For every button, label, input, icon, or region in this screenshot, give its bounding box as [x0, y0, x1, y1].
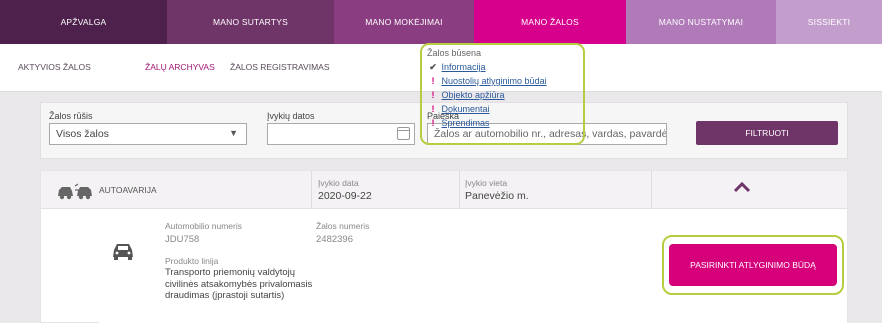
claim-number: 2482396 [316, 234, 353, 245]
check-icon: ✔ [429, 62, 437, 72]
nav-claims[interactable]: MANO ŽALOS [474, 0, 626, 44]
car-icon [113, 244, 133, 260]
status-link-information[interactable]: Informacija [442, 62, 486, 72]
car-crash-icon [58, 183, 92, 200]
status-step: ! Nuostolių atlyginimo būdai [427, 76, 547, 86]
event-place-label: Įvykio vieta [465, 178, 508, 188]
calendar-icon[interactable] [397, 127, 410, 140]
date-label: Įvykių datos [267, 111, 315, 121]
product-line: civilinės atsakomybės privalomasis [165, 278, 313, 290]
chevron-down-icon: ▼ [229, 128, 238, 138]
nav-contact[interactable]: SISSIEKTI [776, 0, 882, 44]
status-step: ! Dokumentai [427, 104, 490, 114]
choose-compensation-highlight: PASIRINKTI ATLYGINIMO BŪDĄ [662, 235, 844, 295]
claim-number-label: Žalos numeris [316, 221, 370, 231]
status-step: ✔ Informacija [427, 62, 486, 73]
status-link-compensation-methods[interactable]: Nuostolių atlyginimo būdai [442, 76, 547, 86]
tab-claims-archive[interactable]: ŽALŲ ARCHYVAS [145, 62, 215, 72]
status-title: Žalos būsena [427, 48, 482, 58]
claim-type-select[interactable]: Visos žalos ▼ [49, 123, 247, 145]
product-label: Produkto linija [165, 256, 219, 266]
exclamation-icon: ! [431, 90, 435, 100]
chevron-up-icon[interactable] [733, 181, 751, 193]
nav-settings[interactable]: MANO NUSTATYMAI [626, 0, 776, 44]
event-date-label: Įvykio data [318, 178, 359, 188]
status-step: ! Sprendimas [427, 118, 490, 128]
divider [311, 171, 312, 209]
product-line: draudimas (įprastoji sutartis) [165, 290, 285, 301]
claim-type-value: Visos žalos [56, 128, 109, 140]
nav-overview[interactable]: APŽVALGA [0, 0, 167, 44]
status-step: ! Objekto apžiūra [427, 90, 505, 100]
product-lines: Transporto priemonių valdytojų civilinės… [165, 267, 312, 302]
nav-contracts[interactable]: MANO SUTARTYS [167, 0, 334, 44]
choose-compensation-button[interactable]: PASIRINKTI ATLYGINIMO BŪDĄ [669, 244, 837, 286]
status-link-decision[interactable]: Sprendimas [442, 118, 490, 128]
event-place: Panevėžio m. [465, 190, 529, 202]
product-line: Transporto priemonių valdytojų [165, 267, 296, 278]
claim-type: AUTOAVARIJA [99, 185, 157, 195]
divider [651, 171, 652, 209]
exclamation-icon: ! [431, 76, 435, 86]
tab-active-claims[interactable]: AKTYVIOS ŽALOS [18, 62, 91, 72]
date-input[interactable] [267, 123, 415, 145]
filter-button[interactable]: FILTRUOTI [696, 121, 838, 145]
divider [459, 171, 460, 209]
event-date: 2020-09-22 [318, 190, 372, 202]
status-link-documents[interactable]: Dokumentai [442, 104, 490, 114]
claim-header: AUTOAVARIJA Įvykio data 2020-09-22 Įvyki… [41, 171, 847, 209]
exclamation-icon: ! [431, 118, 435, 128]
car-number: JDU758 [165, 234, 200, 245]
tab-claim-registration[interactable]: ŽALOS REGISTRAVIMAS [230, 62, 330, 72]
exclamation-icon: ! [431, 104, 435, 114]
claim-type-label: Žalos rūšis [49, 111, 93, 121]
nav-payments[interactable]: MANO MOKĖJIMAI [334, 0, 474, 44]
top-navigation: APŽVALGA MANO SUTARTYS MANO MOKĖJIMAI MA… [0, 0, 882, 44]
car-number-label: Automobilio numeris [165, 221, 243, 231]
status-link-inspection[interactable]: Objekto apžiūra [442, 90, 505, 100]
claim-status-panel: Žalos būsena ✔ Informacija ! Nuostolių a… [420, 43, 585, 145]
